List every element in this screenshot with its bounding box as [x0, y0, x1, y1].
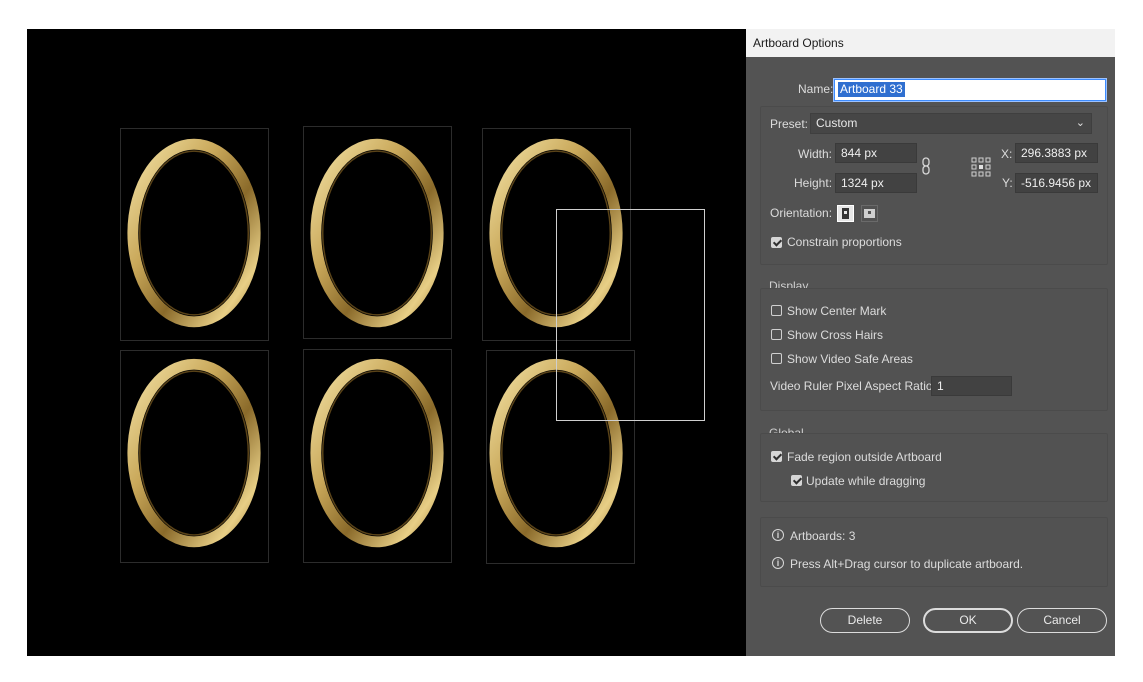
artboard-canvas[interactable]: [27, 29, 746, 656]
artboard-options-dialog: Artboard Options Name: Artboard 33 Prese…: [746, 29, 1115, 656]
preset-select-value: Custom: [816, 116, 858, 130]
portrait-icon: [842, 208, 849, 219]
pixel-aspect-ratio-label: Video Ruler Pixel Aspect Ratio:: [770, 379, 936, 393]
artboards-count: Artboards: 3: [790, 529, 856, 543]
show-video-safe-areas-label: Show Video Safe Areas: [787, 352, 913, 366]
oval-frame-image: [127, 358, 261, 548]
name-input-value: Artboard 33: [838, 82, 905, 97]
oval-frame-image: [310, 358, 444, 548]
y-input[interactable]: -516.9456 px: [1015, 173, 1098, 193]
show-cross-hairs-checkbox[interactable]: [771, 329, 782, 340]
width-input[interactable]: 844 px: [835, 143, 917, 163]
x-label: X:: [1001, 147, 1013, 161]
preset-select[interactable]: Custom ⌄: [810, 113, 1092, 134]
oval-frame-image: [310, 138, 444, 328]
cancel-button[interactable]: Cancel: [1017, 608, 1107, 633]
constrain-proportions-checkbox[interactable]: [771, 237, 782, 248]
artboard-2[interactable]: [303, 126, 452, 339]
show-center-mark-label: Show Center Mark: [787, 304, 887, 318]
fade-region-label: Fade region outside Artboard: [787, 450, 942, 464]
chevron-down-icon: ⌄: [1075, 117, 1085, 129]
link-proportions-icon[interactable]: [921, 157, 931, 175]
height-input[interactable]: 1324 px: [835, 173, 917, 193]
artboard-selection-outline[interactable]: [556, 209, 705, 421]
constrain-proportions-label: Constrain proportions: [787, 235, 902, 249]
y-label: Y:: [1002, 176, 1013, 190]
info-group: [760, 517, 1108, 587]
pixel-aspect-ratio-input[interactable]: 1: [931, 376, 1012, 396]
ok-button[interactable]: OK: [923, 608, 1013, 633]
reference-point-icon[interactable]: [971, 157, 991, 177]
update-while-dragging-label: Update while dragging: [806, 474, 926, 488]
name-input[interactable]: Artboard 33: [834, 79, 1106, 101]
fade-region-checkbox[interactable]: [771, 451, 782, 462]
show-video-safe-areas-checkbox[interactable]: [771, 353, 782, 364]
delete-button[interactable]: Delete: [820, 608, 910, 633]
info-icon: i: [772, 529, 784, 541]
artboard-4[interactable]: [120, 350, 269, 563]
artboard-5[interactable]: [303, 349, 452, 563]
orientation-label: Orientation:: [770, 206, 833, 220]
update-while-dragging-checkbox[interactable]: [791, 475, 802, 486]
landscape-icon: [864, 209, 875, 218]
show-center-mark-checkbox[interactable]: [771, 305, 782, 316]
artboard-1[interactable]: [120, 128, 269, 341]
duplicate-tip: Press Alt+Drag cursor to duplicate artbo…: [790, 557, 1024, 571]
name-label: Name:: [798, 82, 834, 96]
oval-frame-image: [127, 138, 261, 328]
x-input[interactable]: 296.3883 px: [1015, 143, 1098, 163]
dialog-title: Artboard Options: [746, 29, 1115, 57]
width-label: Width:: [798, 147, 833, 161]
portrait-orientation-button[interactable]: [837, 205, 854, 222]
preset-label: Preset:: [770, 117, 809, 131]
height-label: Height:: [794, 176, 833, 190]
show-cross-hairs-label: Show Cross Hairs: [787, 328, 884, 342]
info-icon: i: [772, 557, 784, 569]
landscape-orientation-button[interactable]: [861, 205, 878, 222]
global-group: [760, 433, 1108, 502]
